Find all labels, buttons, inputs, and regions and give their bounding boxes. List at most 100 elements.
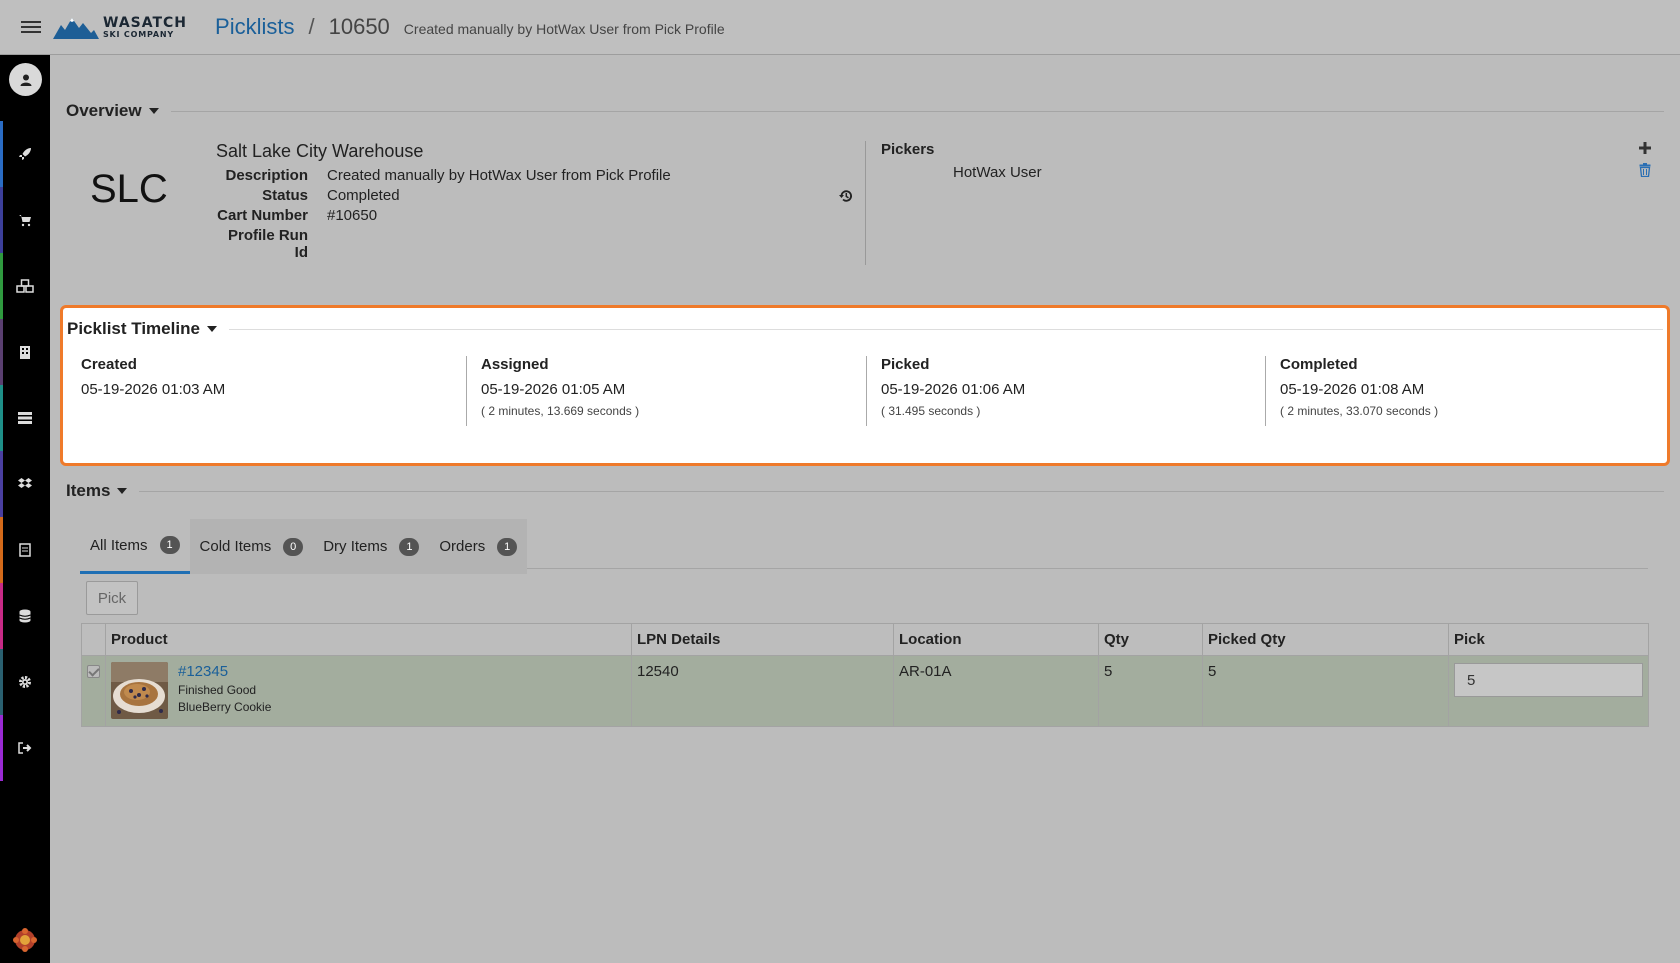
items-section-header: Items — [66, 481, 1664, 501]
tab-label: Orders — [439, 538, 486, 555]
brand-logo[interactable]: WASATCH SKI COMPANY — [53, 15, 187, 39]
tab-all-items[interactable]: All Items 1 — [80, 519, 190, 574]
picklist-description: Created manually by HotWax User from Pic… — [403, 21, 725, 37]
timeline-caret-icon[interactable] — [206, 326, 217, 332]
menu-toggle-icon[interactable] — [21, 18, 41, 36]
timeline-step-duration: ( 31.495 seconds ) — [881, 404, 981, 418]
breadcrumb-picklists-link[interactable]: Picklists — [215, 14, 294, 40]
tab-label: Dry Items — [323, 538, 388, 555]
tab-count-badge: 1 — [497, 537, 518, 556]
product-id-link[interactable]: #12345 — [178, 663, 228, 680]
sidebar-item-logout[interactable] — [0, 715, 50, 781]
column-header-product[interactable]: Product — [105, 623, 632, 656]
pick-button[interactable]: Pick — [86, 581, 138, 615]
add-picker-icon[interactable] — [1638, 141, 1652, 155]
brand-subtitle: SKI COMPANY — [103, 29, 174, 39]
history-icon[interactable] — [838, 188, 854, 204]
timeline-step-datetime: 05-19-2026 01:08 AM — [1280, 381, 1425, 398]
sidebar-item-orders[interactable] — [0, 187, 50, 253]
lpn-cell: 12540 — [631, 655, 894, 727]
overview-details: Description Created manually by HotWax Us… — [216, 167, 671, 261]
picked-qty-cell: 5 — [1202, 655, 1449, 727]
timeline-step-datetime: 05-19-2026 01:03 AM — [81, 381, 226, 398]
pick-qty-input[interactable] — [1454, 663, 1643, 697]
overview-section-header: Overview — [66, 101, 1664, 121]
product-name: BlueBerry Cookie — [178, 700, 272, 714]
warehouse-name: Salt Lake City Warehouse — [216, 141, 424, 161]
overview-vertical-divider — [865, 141, 866, 265]
tab-count-badge: 0 — [283, 537, 304, 556]
picklist-id: 10650 — [328, 14, 390, 39]
timeline-title[interactable]: Picklist Timeline — [67, 319, 200, 339]
facility-code: SLC — [90, 167, 168, 211]
rocket-icon — [19, 148, 31, 160]
pickers-title: Pickers — [881, 141, 935, 158]
timeline-divider-vertical — [866, 356, 867, 426]
sidebar-item-servers[interactable] — [0, 385, 50, 451]
timeline-step-duration: ( 2 minutes, 13.669 seconds ) — [481, 404, 640, 418]
column-header-qty[interactable]: Qty — [1098, 623, 1203, 656]
sign-out-icon — [18, 742, 32, 754]
location-cell: AR-01A — [893, 655, 1099, 727]
sidebar-item-shipping[interactable] — [0, 451, 50, 517]
timeline-step-created: Created 05-19-2026 01:03 AM — [81, 356, 225, 426]
detail-row: Cart Number #10650 — [216, 207, 671, 227]
detail-value: #10650 — [327, 207, 378, 224]
picker-name: HotWax User — [953, 164, 1042, 181]
detail-row: Status Completed — [216, 187, 671, 207]
column-header-picked-qty[interactable]: Picked Qty — [1202, 623, 1449, 656]
timeline-step-completed: Completed 05-19-2026 01:08 AM ( 2 minute… — [1280, 356, 1438, 426]
items-divider — [139, 490, 1664, 492]
sidebar-item-inventory[interactable] — [0, 253, 50, 319]
overview-title[interactable]: Overview — [66, 101, 142, 121]
tab-count-badge: 1 — [159, 536, 180, 554]
tab-cold-items[interactable]: Cold Items 0 — [189, 519, 314, 574]
breadcrumb-separator: / — [308, 14, 315, 39]
product-cell: #12345 Finished Good BlueBerry Cookie — [105, 655, 632, 727]
sidebar — [0, 55, 50, 963]
table-row: #12345 Finished Good BlueBerry Cookie 12… — [81, 655, 1649, 727]
column-header-pick[interactable]: Pick — [1448, 623, 1649, 656]
qty-cell: 5 — [1098, 655, 1203, 727]
timeline-step-label: Picked — [881, 356, 930, 373]
detail-value: Created manually by HotWax User from Pic… — [327, 167, 671, 184]
timeline-divider — [228, 328, 1663, 330]
detail-label: Profile Run Id — [227, 227, 308, 261]
sidebar-item-invoices[interactable] — [0, 517, 50, 583]
sidebar-item-facilities[interactable] — [0, 319, 50, 385]
items-caret-icon[interactable] — [117, 488, 128, 494]
app-logo-icon — [13, 928, 37, 952]
tab-orders[interactable]: Orders 1 — [429, 519, 528, 574]
trash-icon[interactable] — [1639, 163, 1651, 177]
receipt-icon — [19, 543, 31, 557]
database-icon — [19, 609, 31, 623]
timeline-divider-vertical — [1265, 356, 1266, 426]
column-header-location[interactable]: Location — [893, 623, 1099, 656]
tab-count-badge: 1 — [399, 537, 420, 556]
overview-caret-icon[interactable] — [148, 108, 159, 114]
items-table: Product LPN Details Location Qty Picked … — [81, 623, 1649, 727]
timeline-step-label: Assigned — [481, 356, 549, 373]
mountain-logo-icon — [53, 18, 99, 39]
detail-value: Completed — [327, 187, 400, 204]
item-tabs: All Items 1 Cold Items 0 Dry Items 1 Orders… — [80, 519, 528, 574]
overview-divider — [170, 110, 1664, 112]
select-column-header — [81, 623, 106, 656]
row-checkbox[interactable] — [87, 665, 100, 678]
avatar-icon[interactable] — [9, 63, 42, 96]
items-title[interactable]: Items — [66, 481, 110, 501]
sidebar-item-database[interactable] — [0, 583, 50, 649]
timeline-step-datetime: 05-19-2026 01:06 AM — [881, 381, 1026, 398]
sidebar-item-settings[interactable] — [0, 649, 50, 715]
gear-icon — [19, 676, 31, 688]
timeline-divider-vertical — [466, 356, 467, 426]
tab-dry-items[interactable]: Dry Items 1 — [313, 519, 430, 574]
brand-name: WASATCH — [103, 14, 188, 31]
main-content: Overview SLC Salt Lake City Warehouse De… — [50, 55, 1680, 963]
server-icon — [18, 412, 32, 424]
row-select-cell — [81, 655, 106, 727]
detail-label: Cart Number — [217, 207, 308, 224]
column-header-lpn[interactable]: LPN Details — [631, 623, 894, 656]
timeline-step-datetime: 05-19-2026 01:05 AM — [481, 381, 626, 398]
sidebar-item-launch[interactable] — [0, 121, 50, 187]
